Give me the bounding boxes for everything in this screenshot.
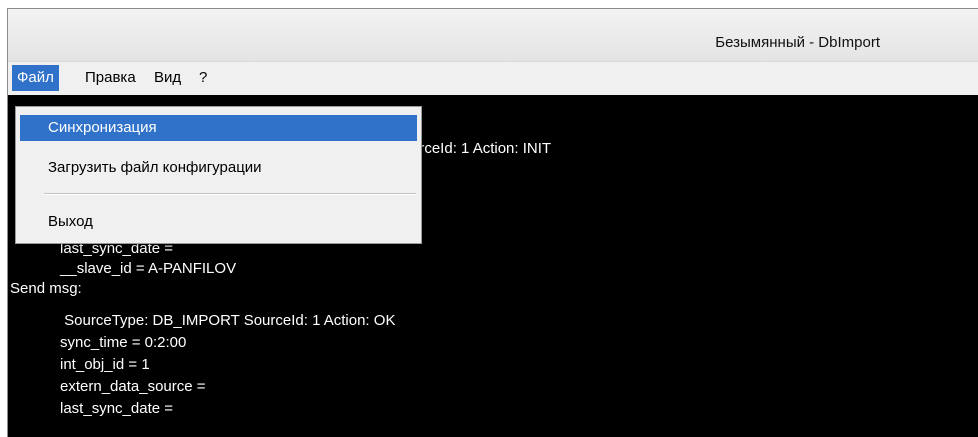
menu-item-exit[interactable]: Выход bbox=[20, 209, 417, 235]
console-line: SourceType: DB_IMPORT SourceId: 1 Action… bbox=[10, 312, 396, 329]
menu-bar: Файл Правка Вид ? bbox=[8, 61, 978, 95]
menu-item-sync[interactable]: Синхронизация bbox=[20, 115, 417, 141]
console-line: __slave_id = A-PANFILOV bbox=[10, 260, 237, 277]
console-line: Send msg: bbox=[10, 280, 82, 297]
file-menu-dropdown: Синхронизация Загрузить файл конфигураци… bbox=[15, 106, 422, 244]
menu-item-load-config[interactable]: Загрузить файл конфигурации bbox=[20, 155, 417, 181]
console-line: sync_time = 0:2:00 bbox=[10, 334, 187, 351]
console-line: urceId: 1 Action: INIT bbox=[411, 140, 552, 157]
console-line: last_sync_date = bbox=[10, 400, 174, 417]
app-window: Безымянный - DbImport Файл Правка Вид ? … bbox=[7, 8, 978, 437]
menu-file[interactable]: Файл bbox=[12, 65, 59, 91]
title-bar[interactable]: Безымянный - DbImport bbox=[8, 9, 978, 61]
menu-help[interactable]: ? bbox=[194, 65, 212, 91]
console-line: extern_data_source = bbox=[10, 378, 206, 395]
menu-view[interactable]: Вид bbox=[149, 65, 186, 91]
window-title: Безымянный - DbImport bbox=[715, 34, 880, 51]
menu-separator bbox=[44, 193, 416, 195]
menu-edit[interactable]: Правка bbox=[80, 65, 141, 91]
console-line: int_obj_id = 1 bbox=[10, 356, 150, 373]
